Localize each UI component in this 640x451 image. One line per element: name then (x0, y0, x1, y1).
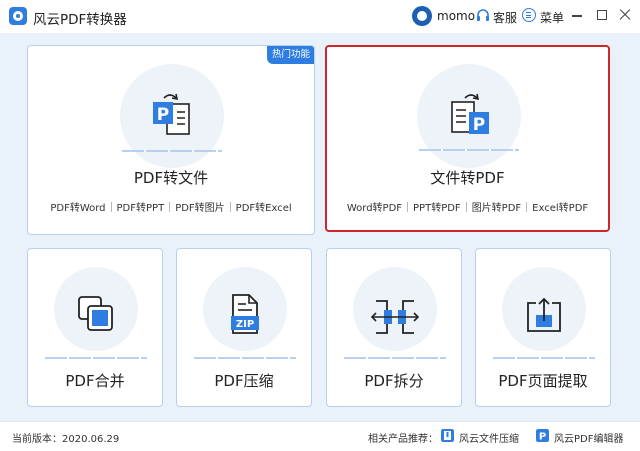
related-products-label: 相关产品推荐： (368, 434, 438, 445)
card-decoration-bar (344, 357, 446, 359)
ppt-to-pdf-link[interactable]: PPT转PDF (410, 199, 464, 214)
file-to-pdf-links: Word转PDF PPT转PDF 图片转PDF Excel转PDF (327, 199, 608, 214)
maximize-icon[interactable] (594, 7, 610, 23)
divider (407, 202, 409, 212)
card-title: 文件转PDF (430, 169, 505, 187)
app-logo-icon (9, 7, 27, 25)
menu-button[interactable]: 菜单 (540, 9, 564, 26)
card-title: PDF拆分 (364, 372, 424, 390)
close-icon[interactable] (617, 7, 633, 23)
divider (526, 202, 528, 212)
divider (169, 202, 171, 212)
zip-label: ZIP (236, 319, 254, 330)
pdf-to-word-link[interactable]: PDF转Word (47, 199, 108, 214)
pdf-to-file-links: PDF转Word PDF转PPT PDF转图片 PDF转Excel (28, 199, 314, 214)
customer-service-button[interactable]: 客服 (493, 9, 517, 26)
word-to-pdf-link[interactable]: Word转PDF (344, 199, 405, 214)
divider (110, 202, 112, 212)
extract-page-icon (527, 297, 561, 332)
pdf-to-image-link[interactable]: PDF转图片 (172, 199, 227, 214)
username[interactable]: momo (437, 9, 475, 23)
card-decoration-bar (493, 357, 595, 359)
card-title: PDF转文件 (133, 169, 209, 187)
pdf-merge-card[interactable]: PDF合并 (27, 248, 163, 407)
pdf-to-file-card[interactable]: 热门功能 P PDF转文件 PDF转Word PDF转PPT PDF转图片 PDF转E… (27, 45, 315, 235)
avatar[interactable] (412, 6, 432, 26)
title-bar: 风云PDF转换器 momo 客服 菜单 (0, 0, 640, 33)
card-decoration-bar (45, 357, 147, 359)
pdf-editor-product-link[interactable]: 风云PDF编辑器 (554, 430, 623, 445)
file-compress-product-link[interactable]: 风云文件压缩 (459, 430, 519, 445)
pdf-compress-card[interactable]: ZIP PDF压缩 (176, 248, 312, 407)
card-title: PDF合并 (65, 372, 125, 390)
card-decoration-bar (194, 357, 296, 359)
zip-file-icon: ZIP (231, 294, 259, 334)
file-to-pdf-card[interactable]: P 文件转PDF Word转PDF PPT转PDF 图片转PDF Excel转PDF (325, 45, 610, 232)
file-to-pdf-icon: P (451, 93, 489, 135)
app-title: 风云PDF转换器 (33, 12, 127, 28)
image-to-pdf-link[interactable]: 图片转PDF (469, 199, 524, 214)
svg-text:P: P (473, 115, 485, 135)
pdf-to-file-icon: P (153, 93, 190, 135)
headset-icon[interactable] (476, 8, 490, 24)
pdf-extract-card[interactable]: PDF页面提取 (475, 248, 611, 407)
pdf-to-ppt-link[interactable]: PDF转PPT (114, 199, 168, 214)
file-compress-app-icon[interactable] (441, 429, 454, 442)
pdf-editor-app-icon[interactable]: P (536, 429, 549, 442)
menu-icon[interactable] (522, 8, 536, 22)
excel-to-pdf-link[interactable]: Excel转PDF (529, 199, 591, 214)
svg-text:P: P (157, 105, 169, 125)
divider (229, 202, 231, 212)
hot-feature-badge: 热门功能 (267, 46, 314, 64)
minimize-icon[interactable] (569, 7, 585, 23)
card-decoration-bar (122, 150, 222, 152)
svg-text:P: P (539, 432, 546, 443)
merge-icon (78, 296, 113, 331)
status-bar: 当前版本：2020.06.29 相关产品推荐： 风云文件压缩 P 风云PDF编辑… (0, 421, 640, 451)
pdf-to-excel-link[interactable]: PDF转Excel (233, 199, 295, 214)
version-label: 当前版本：2020.06.29 (12, 434, 120, 445)
split-icon (370, 300, 420, 334)
card-decoration-bar (419, 149, 519, 151)
pdf-split-card[interactable]: PDF拆分 (326, 248, 462, 407)
card-title: PDF压缩 (214, 372, 274, 390)
card-title: PDF页面提取 (498, 372, 588, 390)
divider (465, 202, 467, 212)
